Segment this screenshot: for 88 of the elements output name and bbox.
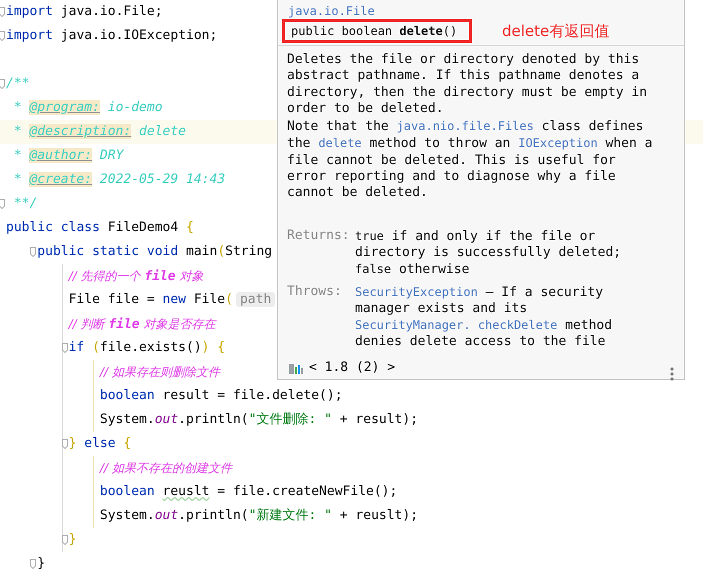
keyword: boolean: [100, 388, 155, 403]
static-field: out: [154, 412, 178, 427]
doc-tag: @program:: [29, 100, 100, 115]
fold-icon[interactable]: [30, 247, 36, 257]
keyword: public class: [6, 220, 100, 235]
bracket: ) {: [202, 340, 226, 355]
doc-link[interactable]: java.nio.file.Files: [396, 119, 534, 134]
bracket: }: [68, 436, 76, 451]
variable-name: reuslt: [162, 484, 210, 499]
doc-comment: io-demo: [106, 100, 163, 115]
code-text: = file.createNewFile();: [216, 484, 398, 499]
doc-tag: @description:: [29, 124, 132, 139]
bracket: (: [225, 292, 233, 307]
code-comment: // 判断: [68, 317, 107, 331]
keyword: import: [6, 4, 53, 19]
code-text: FileDemo4: [106, 220, 180, 235]
code-text: + result);: [338, 412, 418, 427]
version-navigator[interactable]: < 1.8 (2) >: [309, 360, 396, 376]
doc-description: Deletes the file or directory denoted by this abstract pathname. If this pathname denotes a directory, then the directory must be empty in order to be deleted.: [287, 52, 648, 118]
code-comment: // 如果不存在的创建文件: [100, 461, 232, 475]
bracket: (: [92, 340, 100, 355]
fold-icon[interactable]: [62, 343, 68, 353]
keyword: if: [68, 340, 86, 355]
bracket: }: [68, 532, 76, 547]
static-field: out: [154, 508, 178, 523]
section-text: SecurityException – If a security manager exists and its SecurityManager. checkDelete method denies delete access to the file: [355, 284, 614, 351]
doc-comment: DRY: [98, 148, 124, 163]
class-link[interactable]: java.io.File: [282, 3, 684, 19]
code-text: java.io.File;: [60, 4, 163, 19]
code-comment: // 如果存在则删除文件: [100, 365, 220, 379]
code-text: result = file.delete();: [162, 388, 343, 403]
doc-comment: /**: [6, 76, 30, 91]
string-literal: "文件删除: ": [248, 412, 332, 427]
doc-comment: *: [14, 148, 23, 163]
library-icon: [289, 362, 303, 374]
code-comment: file: [144, 269, 176, 284]
code-text: main: [185, 244, 218, 259]
more-icon[interactable]: [670, 366, 674, 381]
fold-icon[interactable]: [0, 79, 5, 89]
method-signature: public boolean delete(): [282, 19, 472, 43]
doc-comment: delete: [138, 124, 186, 139]
doc-description: Note that the java.nio.file.Files class defines the delete method to throw an IOException when a file cannot be deleted. This is useful for error reporting and to diagnose why a file cannot be deleted.: [287, 118, 654, 202]
fold-icon[interactable]: [0, 199, 5, 209]
code-comment: // 先得的一个: [68, 269, 142, 283]
keyword: import: [6, 28, 53, 43]
doc-link[interactable]: SecurityException: [355, 284, 478, 299]
code-text: File file =: [68, 292, 156, 307]
doc-tag: @create:: [29, 172, 92, 187]
code-comment: file: [108, 317, 140, 332]
doc-comment: **/: [14, 196, 38, 211]
section-label: Throws:: [287, 284, 343, 301]
parameter-hint: path: [236, 292, 276, 307]
code-comment: 对象: [178, 269, 204, 283]
annotation-text: delete有返回值: [502, 22, 610, 40]
code-text: System.: [100, 412, 155, 427]
code-text: File: [192, 292, 226, 307]
fold-icon[interactable]: [0, 7, 5, 17]
doc-link[interactable]: delete: [318, 136, 362, 150]
bracket: {: [186, 220, 194, 235]
bracket: {: [123, 436, 132, 451]
code-text: .println(: [178, 412, 249, 427]
fold-icon[interactable]: [0, 31, 5, 41]
section-label: Returns:: [287, 228, 351, 245]
fold-icon[interactable]: [30, 559, 36, 569]
doc-comment: *: [14, 172, 23, 187]
doc-link[interactable]: IOException: [518, 136, 598, 150]
fold-icon[interactable]: [62, 535, 68, 545]
bracket: (: [217, 244, 226, 259]
fold-icon[interactable]: [62, 439, 68, 449]
doc-comment: *: [14, 100, 23, 115]
keyword: boolean: [100, 484, 156, 499]
code-text: System.: [100, 508, 155, 523]
code-text: .println(: [178, 508, 249, 523]
code-text: String: [225, 244, 272, 259]
doc-link[interactable]: SecurityManager. checkDelete: [355, 318, 558, 332]
keyword: public static void: [37, 244, 178, 259]
code-text: file.exists(): [100, 340, 202, 355]
doc-tag: @author:: [29, 148, 92, 163]
keyword: new: [162, 292, 186, 307]
code-text: + reuslt);: [338, 508, 418, 523]
keyword: else: [83, 436, 117, 451]
string-literal: "新建文件: ": [248, 508, 332, 523]
doc-comment: 2022-05-29 14:43: [98, 172, 226, 187]
code-text: }: [37, 556, 46, 570]
code-text: java.io.IOException;: [60, 28, 218, 43]
section-text: true if and only if the file or directory is successfully deleted; false otherwise: [355, 228, 622, 279]
code-comment: 对象是否存在: [142, 317, 216, 331]
doc-comment: *: [14, 124, 23, 139]
